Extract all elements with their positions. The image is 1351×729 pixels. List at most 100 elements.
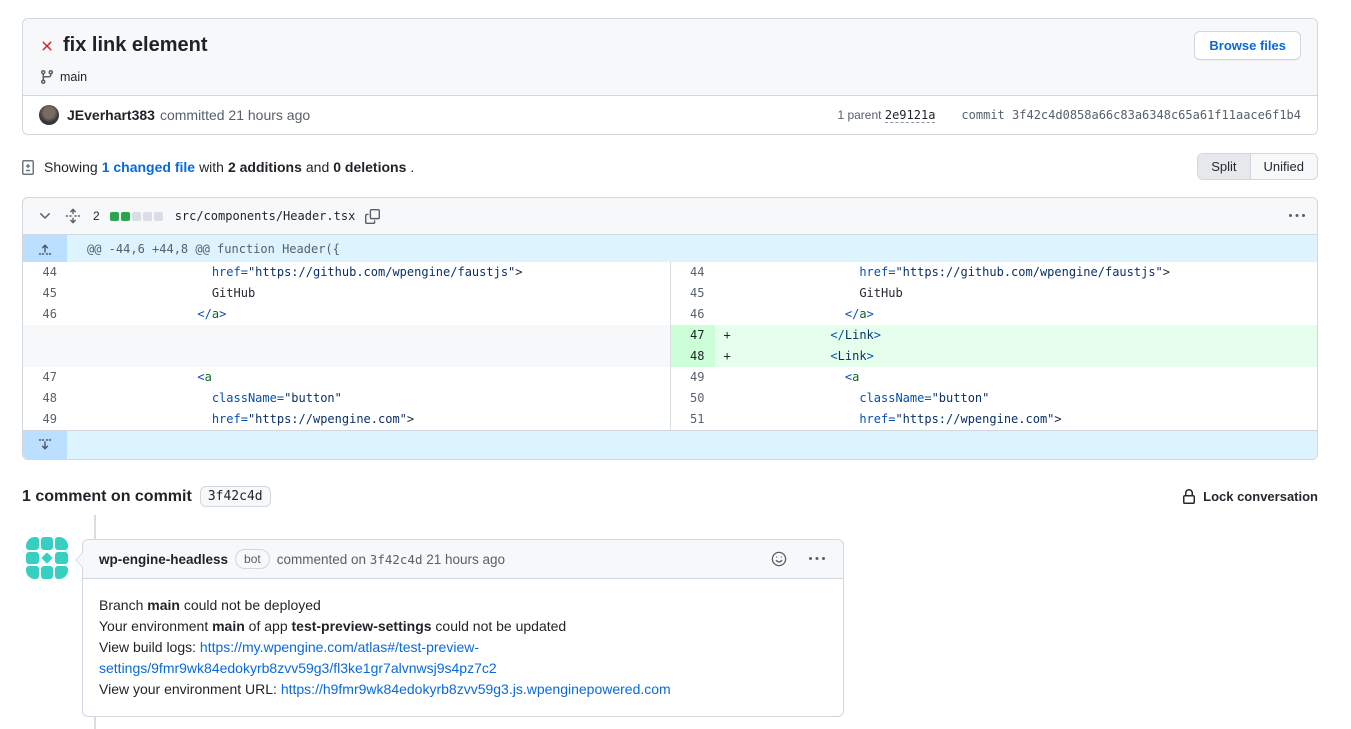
code-line: className="button" bbox=[67, 388, 670, 409]
diff-row: 44 href="https://github.com/wpengine/fau… bbox=[23, 262, 1317, 283]
line-number[interactable]: 45 bbox=[671, 283, 715, 304]
period: . bbox=[410, 159, 414, 175]
summary-bar: Showing 1 changed file with 2 additions … bbox=[22, 153, 1318, 180]
parent-sha-link[interactable]: 2e9121a bbox=[885, 108, 936, 123]
code-line: </a> bbox=[67, 304, 670, 325]
code-line: + <Link> bbox=[715, 346, 1318, 367]
comments-heading: 1 comment on commit 3f42c4d bbox=[22, 486, 271, 507]
expand-up-button[interactable] bbox=[23, 235, 67, 262]
code-line: className="button" bbox=[715, 388, 1318, 409]
author-login[interactable]: JEverhart383 bbox=[67, 107, 155, 123]
additions-count: 2 additions bbox=[228, 159, 302, 175]
diffstat-squares bbox=[110, 212, 163, 221]
file-diff-icon bbox=[22, 159, 38, 175]
unfold-icon bbox=[65, 208, 81, 224]
expand-all-hunks-button[interactable] bbox=[63, 206, 83, 226]
file-options-button[interactable] bbox=[1287, 206, 1307, 226]
file-path[interactable]: src/components/Header.tsx bbox=[175, 209, 356, 223]
line-number[interactable]: 47 bbox=[23, 367, 67, 388]
diff-row: 49 href="https://wpengine.com">51 href="… bbox=[23, 409, 1317, 430]
diff-row: 46 </a>46 </a> bbox=[23, 304, 1317, 325]
diff-row: 48 className="button"50 className="butto… bbox=[23, 388, 1317, 409]
code-line: href="https://wpengine.com"> bbox=[715, 409, 1318, 430]
diff-row: 48+ <Link> bbox=[23, 346, 1317, 367]
code-line: GitHub bbox=[715, 283, 1318, 304]
smiley-icon bbox=[771, 551, 787, 567]
comments-heading-text: 1 comment on commit bbox=[22, 488, 192, 506]
comment-card: wp-engine-headless bot commented on 3f42… bbox=[82, 539, 844, 717]
comment-line: View build logs: https://my.wpengine.com… bbox=[99, 637, 827, 679]
git-branch-icon bbox=[39, 69, 55, 85]
diff-card: 2 src/components/Header.tsx bbox=[22, 197, 1318, 460]
line-number[interactable]: 46 bbox=[23, 304, 67, 325]
file-changes-count: 2 bbox=[93, 209, 100, 223]
expand-down-button[interactable] bbox=[23, 431, 67, 459]
code-line: <a bbox=[67, 367, 670, 388]
unified-view-button[interactable]: Unified bbox=[1251, 154, 1317, 179]
diff-empty-cell bbox=[23, 325, 671, 346]
commit-header-card: fix link element Browse files main JEver… bbox=[22, 18, 1318, 135]
full-commit-sha: commit 3f42c4d0858a66c83a6348c65a61f11aa… bbox=[961, 108, 1301, 122]
line-number[interactable]: 45 bbox=[23, 283, 67, 304]
commit-page: fix link element Browse files main JEver… bbox=[0, 0, 1351, 717]
copy-path-button[interactable] bbox=[363, 207, 382, 226]
line-number[interactable]: 48 bbox=[671, 346, 715, 367]
with-text: with bbox=[199, 159, 224, 175]
meta-sha-link[interactable]: 3f42c4d bbox=[370, 552, 423, 567]
parent-label: 1 parent bbox=[837, 108, 881, 122]
committed-time: committed 21 hours ago bbox=[160, 107, 310, 123]
code-line: + </Link> bbox=[715, 325, 1318, 346]
comment-body: Branch main could not be deployedYour en… bbox=[83, 579, 843, 716]
line-number[interactable]: 49 bbox=[23, 409, 67, 430]
status-failed-x-icon bbox=[39, 38, 55, 54]
comment-link[interactable]: https://h9fmr9wk84edokyrb8zvv59g3.js.wpe… bbox=[281, 681, 671, 697]
expand-down-icon bbox=[37, 437, 53, 453]
kebab-icon bbox=[1289, 208, 1305, 224]
chevron-down-icon bbox=[37, 208, 53, 224]
code-line: <a bbox=[715, 367, 1318, 388]
commit-sha-chip[interactable]: 3f42c4d bbox=[200, 486, 271, 507]
browse-files-button[interactable]: Browse files bbox=[1194, 31, 1301, 60]
line-number[interactable]: 44 bbox=[23, 262, 67, 283]
meta-action: commented on bbox=[277, 552, 366, 567]
branch-name[interactable]: main bbox=[60, 70, 87, 84]
comment-header: wp-engine-headless bot commented on 3f42… bbox=[83, 540, 843, 579]
diff-view-toggle: Split Unified bbox=[1197, 153, 1318, 180]
diff-rows: 44 href="https://github.com/wpengine/fau… bbox=[23, 262, 1317, 430]
deletions-count: 0 deletions bbox=[333, 159, 406, 175]
comment-options-button[interactable] bbox=[807, 549, 827, 569]
code-line: href="https://github.com/wpengine/faustj… bbox=[715, 262, 1318, 283]
collapse-file-button[interactable] bbox=[35, 206, 55, 226]
hunk-header-text: @@ -44,6 +44,8 @@ function Header({ bbox=[67, 235, 340, 262]
line-number[interactable]: 47 bbox=[671, 325, 715, 346]
meta-time[interactable]: 21 hours ago bbox=[426, 552, 505, 567]
code-line: href="https://github.com/wpengine/faustj… bbox=[67, 262, 670, 283]
split-view-button[interactable]: Split bbox=[1198, 154, 1250, 179]
comment-author[interactable]: wp-engine-headless bbox=[99, 552, 228, 567]
comment-line: Your environment main of app test-previe… bbox=[99, 616, 827, 637]
line-number[interactable]: 46 bbox=[671, 304, 715, 325]
lock-conversation-button[interactable]: Lock conversation bbox=[1181, 489, 1318, 505]
line-number[interactable]: 49 bbox=[671, 367, 715, 388]
parent-info: 1 parent 2e9121a bbox=[837, 108, 935, 122]
line-number[interactable]: 48 bbox=[23, 388, 67, 409]
comments-heading-row: 1 comment on commit 3f42c4d Lock convers… bbox=[22, 486, 1318, 507]
code-line: </a> bbox=[715, 304, 1318, 325]
bot-badge: bot bbox=[235, 549, 270, 569]
author-avatar[interactable] bbox=[39, 105, 59, 125]
bot-avatar[interactable] bbox=[24, 535, 70, 581]
changed-file-link[interactable]: 1 changed file bbox=[102, 159, 195, 175]
diff-row: 47 <a49 <a bbox=[23, 367, 1317, 388]
add-reaction-button[interactable] bbox=[769, 549, 789, 569]
file-header: 2 src/components/Header.tsx bbox=[23, 198, 1317, 235]
showing-text: Showing bbox=[44, 159, 98, 175]
diff-empty-cell bbox=[23, 346, 671, 367]
commit-sha-value: 3f42c4d0858a66c83a6348c65a61f11aace6f1b4 bbox=[1012, 108, 1301, 122]
line-number[interactable]: 51 bbox=[671, 409, 715, 430]
line-number[interactable]: 44 bbox=[671, 262, 715, 283]
expand-up-icon bbox=[37, 241, 53, 257]
line-number[interactable]: 50 bbox=[671, 388, 715, 409]
code-line: GitHub bbox=[67, 283, 670, 304]
kebab-icon bbox=[809, 551, 825, 567]
comment-line: Branch main could not be deployed bbox=[99, 595, 827, 616]
